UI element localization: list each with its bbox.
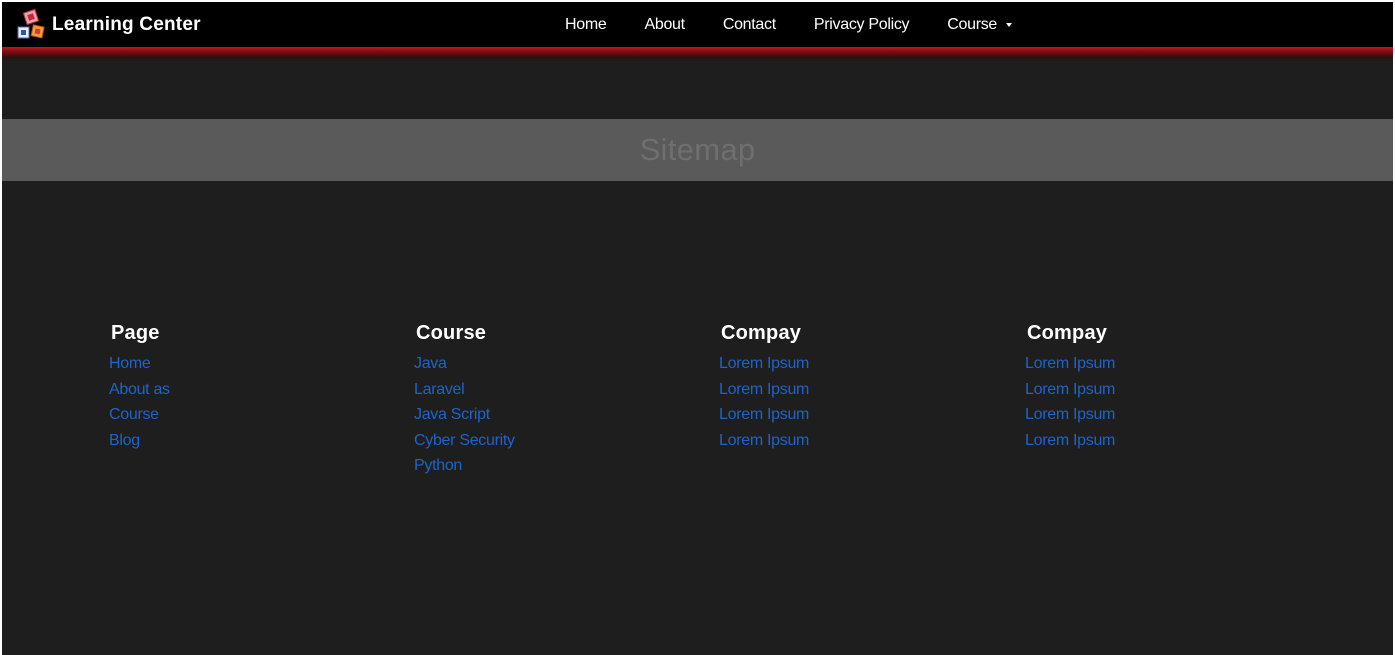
list-item: Lorem Ipsum (1025, 428, 1285, 454)
list-item: Lorem Ipsum (719, 402, 979, 428)
nav-home[interactable]: Home (565, 16, 607, 34)
sitemap-column-company-2: Compay Lorem Ipsum Lorem Ipsum Lorem Ips… (1025, 322, 1285, 453)
list-item: Java Script (414, 402, 674, 428)
link-home[interactable]: Home (109, 355, 151, 372)
list-item: Home (109, 351, 369, 377)
sitemap-column-page: Page Home About as Course Blog (109, 322, 369, 453)
column-heading: Page (111, 322, 160, 344)
link-lorem-ipsum[interactable]: Lorem Ipsum (1025, 381, 1115, 398)
list-item: Cyber Security (414, 428, 674, 454)
link-list: Home About as Course Blog (109, 351, 369, 453)
list-item: Python (414, 453, 674, 479)
link-lorem-ipsum[interactable]: Lorem Ipsum (719, 381, 809, 398)
link-lorem-ipsum[interactable]: Lorem Ipsum (719, 355, 809, 372)
link-laravel[interactable]: Laravel (414, 381, 465, 398)
link-lorem-ipsum[interactable]: Lorem Ipsum (1025, 406, 1115, 423)
nav-about[interactable]: About (644, 16, 685, 34)
link-list: Lorem Ipsum Lorem Ipsum Lorem Ipsum Lore… (1025, 351, 1285, 453)
link-list: Java Laravel Java Script Cyber Security … (414, 351, 674, 479)
nav-course-label: Course (947, 15, 998, 33)
nav-course-dropdown[interactable]: Course (947, 15, 1013, 34)
list-item: Lorem Ipsum (1025, 402, 1285, 428)
brand-link[interactable]: Learning Center (14, 8, 201, 40)
link-blog[interactable]: Blog (109, 432, 140, 449)
list-item: Course (109, 402, 369, 428)
list-item: Lorem Ipsum (719, 377, 979, 403)
column-heading: Course (416, 322, 487, 344)
page-title: Sitemap (639, 132, 756, 167)
link-list: Lorem Ipsum Lorem Ipsum Lorem Ipsum Lore… (719, 351, 979, 453)
list-item: Lorem Ipsum (1025, 351, 1285, 377)
link-about[interactable]: About as (109, 381, 170, 398)
link-lorem-ipsum[interactable]: Lorem Ipsum (1025, 432, 1115, 449)
link-lorem-ipsum[interactable]: Lorem Ipsum (719, 406, 809, 423)
list-item: Lorem Ipsum (1025, 377, 1285, 403)
top-navbar: Learning Center Home About Contact Priva… (2, 2, 1393, 47)
list-item: Java (414, 351, 674, 377)
nav-privacy-policy[interactable]: Privacy Policy (814, 16, 910, 34)
abc-blocks-icon (17, 8, 45, 39)
sitemap-column-course: Course Java Laravel Java Script Cyber Se… (414, 322, 674, 479)
link-java[interactable]: Java (414, 355, 447, 372)
sitemap-column-company-1: Compay Lorem Ipsum Lorem Ipsum Lorem Ips… (719, 322, 979, 453)
list-item: Laravel (414, 377, 674, 403)
list-item: Blog (109, 428, 369, 454)
column-heading: Compay (1027, 322, 1108, 344)
column-heading: Compay (721, 322, 802, 344)
link-python[interactable]: Python (414, 457, 462, 474)
page: Learning Center Home About Contact Priva… (2, 2, 1393, 655)
nav-menu: Home About Contact Privacy Policy Course (565, 2, 1013, 47)
caret-down-icon (1006, 23, 1013, 27)
nav-contact[interactable]: Contact (723, 16, 776, 34)
link-lorem-ipsum[interactable]: Lorem Ipsum (1025, 355, 1115, 372)
link-course[interactable]: Course (109, 406, 159, 423)
list-item: Lorem Ipsum (719, 351, 979, 377)
navbar-red-glow (2, 47, 1393, 61)
link-lorem-ipsum[interactable]: Lorem Ipsum (719, 432, 809, 449)
link-java-script[interactable]: Java Script (414, 406, 490, 423)
sitemap-banner: Sitemap (2, 119, 1393, 181)
brand-name: Learning Center (52, 14, 201, 35)
list-item: About as (109, 377, 369, 403)
list-item: Lorem Ipsum (719, 428, 979, 454)
link-cyber-security[interactable]: Cyber Security (414, 432, 515, 449)
